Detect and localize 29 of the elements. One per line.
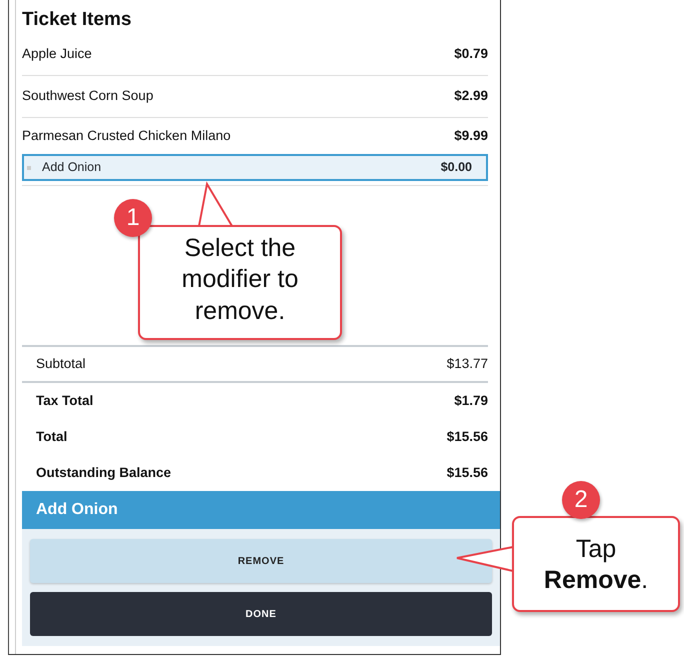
item-price: $0.79 xyxy=(454,45,488,64)
modifier-row[interactable]: Add Onion $0.00 xyxy=(22,154,488,181)
step-number: 2 xyxy=(562,481,600,519)
item-price: $0.00 xyxy=(440,159,472,176)
item-name: Apple Juice xyxy=(22,45,92,64)
item-name: Add Onion xyxy=(42,159,102,176)
ticket-item-row[interactable]: Southwest Corn Soup $2.99 xyxy=(22,76,488,118)
total-label: Subtotal xyxy=(36,354,86,373)
callout-bubble: Select the modifier to remove. xyxy=(138,225,342,340)
bullet-icon xyxy=(27,166,31,170)
item-name: Southwest Corn Soup xyxy=(22,87,154,106)
item-price: $9.99 xyxy=(454,126,488,145)
callout-pointer xyxy=(195,183,235,226)
callout-bubble: Tap Remove. xyxy=(512,516,680,612)
remove-button[interactable]: REMOVE xyxy=(30,539,492,583)
section-title: Ticket Items xyxy=(22,10,132,28)
ticket-item-row[interactable]: Parmesan Crusted Chicken Milano $9.99 xyxy=(22,118,488,154)
total-label: Tax Total xyxy=(36,392,94,410)
total-label: Total xyxy=(36,428,68,446)
modifier-title: Add Onion xyxy=(22,491,500,529)
item-price: $2.99 xyxy=(454,87,488,106)
done-button[interactable]: DONE xyxy=(30,592,492,636)
ticket-item-row[interactable]: Apple Juice $0.79 xyxy=(22,34,488,76)
total-amount: $15.56 xyxy=(446,428,488,446)
total-amount: $13.77 xyxy=(446,354,488,373)
total-amount: $15.56 xyxy=(446,464,488,482)
item-name: Parmesan Crusted Chicken Milano xyxy=(22,126,231,145)
total-amount: $1.79 xyxy=(454,392,488,410)
total-label: Outstanding Balance xyxy=(36,464,172,482)
